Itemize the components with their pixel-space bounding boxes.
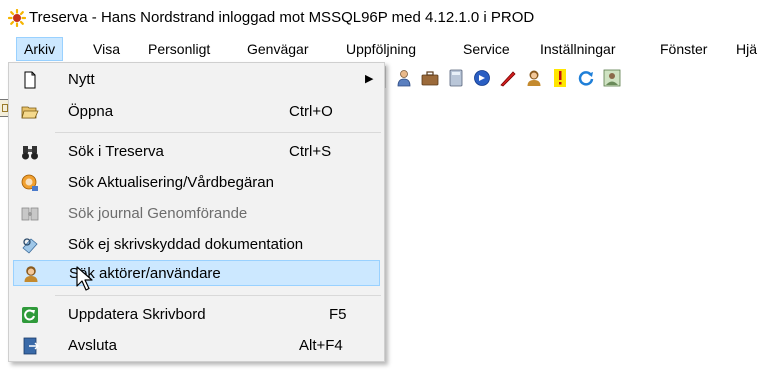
menu-personligt[interactable]: Personligt <box>141 37 217 61</box>
menu-item-sok-aktorer[interactable]: Sök aktörer/användare <box>13 260 380 286</box>
shortcut-label: F5 <box>329 306 347 323</box>
menu-item-label: Nytt <box>68 71 95 88</box>
menu-bar: Arkiv Visa Personligt Genvägar Uppföljni… <box>0 37 765 61</box>
menu-separator <box>55 295 381 296</box>
open-folder-icon <box>21 106 39 119</box>
shortcut-label: Alt+F4 <box>299 337 343 354</box>
menu-item-label: Sök Aktualisering/Vårdbegäran <box>68 174 274 191</box>
binoculars-icon <box>22 146 38 160</box>
blue-globe-icon[interactable] <box>473 69 491 87</box>
menu-item-label: Avsluta <box>68 337 117 354</box>
menu-service[interactable]: Service <box>456 37 517 61</box>
title-bar: Treserva - Hans Nordstrand inloggad mot … <box>0 0 765 36</box>
sun-app-icon <box>8 9 26 27</box>
menu-item-oppna[interactable]: Öppna Ctrl+O <box>13 99 380 125</box>
menu-genvagar[interactable]: Genvägar <box>240 37 315 61</box>
user-icon[interactable] <box>395 69 413 87</box>
toolbar-separator <box>385 66 386 88</box>
menu-hjalp[interactable]: Hjä <box>729 37 764 61</box>
journal-search-icon <box>21 207 39 221</box>
red-pen-icon[interactable] <box>499 69 517 87</box>
menu-item-sok-i-treserva[interactable]: Sök i Treserva Ctrl+S <box>13 139 380 165</box>
briefcase-icon[interactable] <box>421 69 439 87</box>
menu-separator <box>55 132 381 133</box>
menu-item-label: Sök i Treserva <box>68 143 164 160</box>
shortcut-label: Ctrl+S <box>289 143 332 160</box>
mouse-cursor-icon <box>76 266 93 291</box>
menu-item-sok-aktualisering[interactable]: Sök Aktualisering/Vårdbegäran <box>13 170 380 196</box>
search-request-icon <box>21 174 38 191</box>
arkiv-dropdown-menu: Nytt ▶ Öppna Ctrl+O Sök i Treserva Ctrl+… <box>8 62 385 362</box>
menu-visa[interactable]: Visa <box>86 37 127 61</box>
toolbar <box>385 64 765 90</box>
refresh-desktop-icon <box>22 307 38 323</box>
shortcut-label: Ctrl+O <box>289 103 333 120</box>
menu-item-label: Öppna <box>68 103 114 120</box>
document-search-icon <box>22 238 38 254</box>
person-icon[interactable] <box>525 69 543 87</box>
menu-item-label: Sök journal Genomförande <box>68 205 248 222</box>
menu-fonster[interactable]: Fönster <box>653 37 714 61</box>
menu-item-uppdatera-skrivbord[interactable]: Uppdatera Skrivbord F5 <box>13 302 380 328</box>
image-icon[interactable] <box>603 69 621 87</box>
menu-installningar[interactable]: Inställningar <box>533 37 623 61</box>
menu-item-label: Sök ej skrivskyddad dokumentation <box>68 236 304 253</box>
submenu-arrow-icon: ▶ <box>365 73 374 85</box>
menu-arkiv[interactable]: Arkiv <box>16 37 64 61</box>
new-document-icon <box>24 71 36 89</box>
person-icon <box>24 266 38 282</box>
exit-door-icon <box>23 337 39 355</box>
window-title: Treserva - Hans Nordstrand inloggad mot … <box>29 9 535 26</box>
menu-item-avsluta[interactable]: Avsluta Alt+F4 <box>13 333 380 359</box>
refresh-icon[interactable] <box>577 69 595 87</box>
menu-item-sok-journal[interactable]: Sök journal Genomförande <box>13 201 380 227</box>
menu-item-nytt[interactable]: Nytt ▶ <box>13 67 380 93</box>
menu-item-sok-ej-skrivskyddad[interactable]: Sök ej skrivskyddad dokumentation <box>13 232 380 258</box>
warning-icon[interactable] <box>551 69 569 87</box>
menu-item-label: Uppdatera Skrivbord <box>68 306 206 323</box>
menu-uppfoljning[interactable]: Uppföljning <box>339 37 423 61</box>
calculator-icon[interactable] <box>447 69 465 87</box>
